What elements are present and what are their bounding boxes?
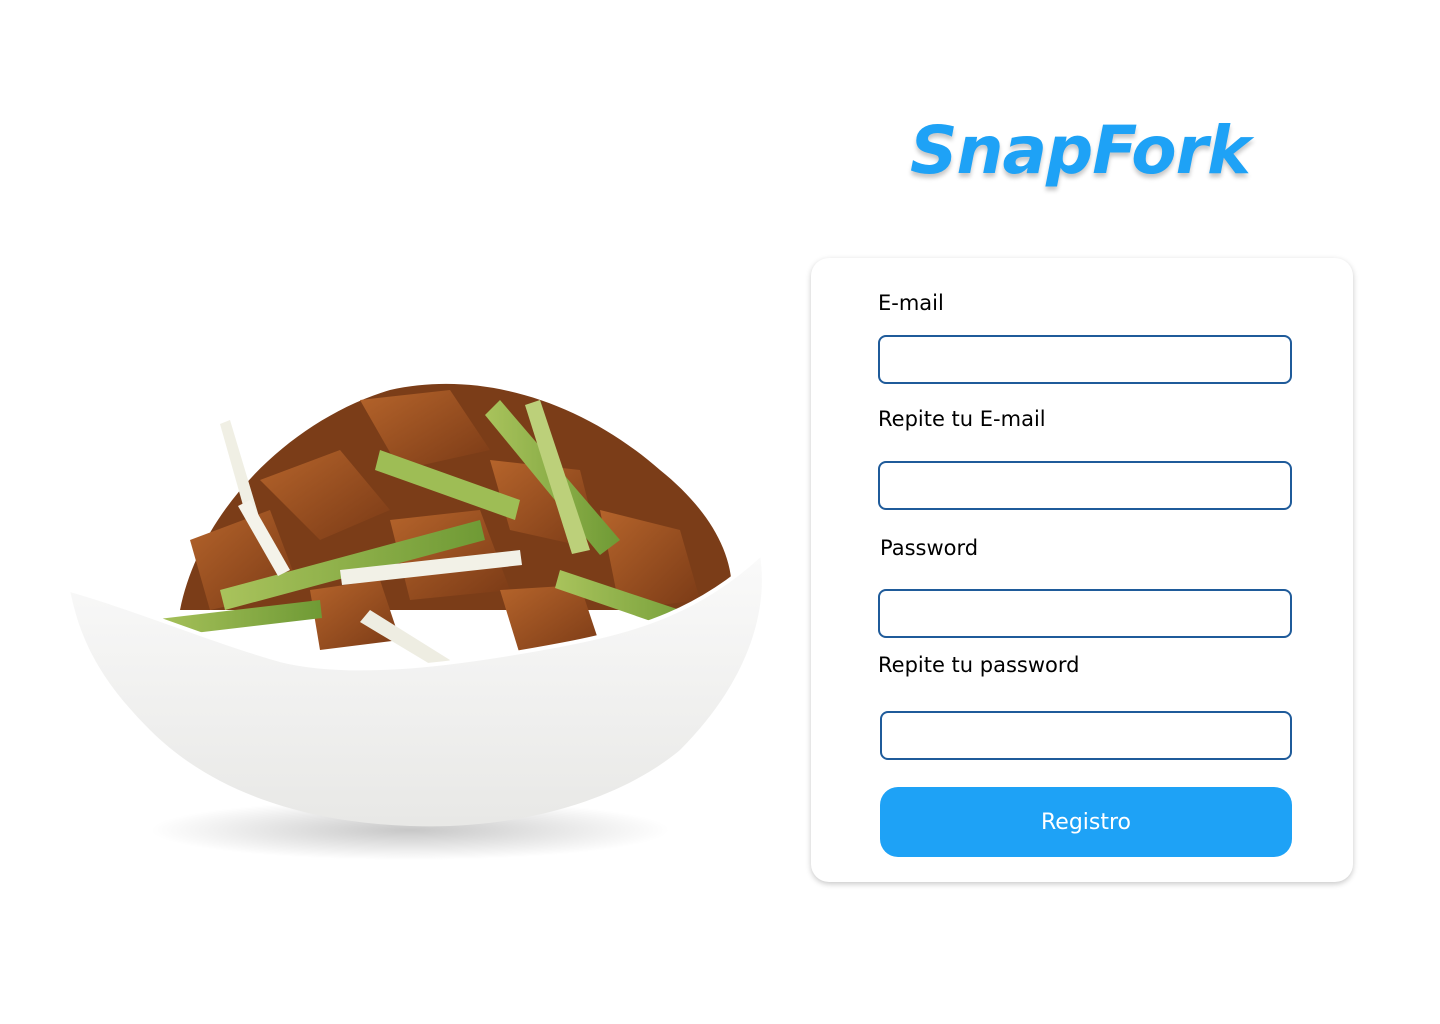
brand-logo-text: SnapFork xyxy=(909,112,1251,189)
password-field[interactable] xyxy=(878,589,1292,638)
register-button[interactable]: Registro xyxy=(880,787,1292,857)
repeat-password-label: Repite tu password xyxy=(878,653,1080,677)
email-field[interactable] xyxy=(878,335,1292,384)
repeat-password-field[interactable] xyxy=(880,711,1292,760)
registration-form-card: E-mail Repite tu E-mail Password Repite … xyxy=(811,258,1353,882)
email-label: E-mail xyxy=(878,291,944,315)
food-bowl-illustration xyxy=(69,383,762,860)
password-label: Password xyxy=(880,536,979,560)
repeat-email-field[interactable] xyxy=(878,461,1292,510)
repeat-email-label: Repite tu E-mail xyxy=(878,407,1046,431)
